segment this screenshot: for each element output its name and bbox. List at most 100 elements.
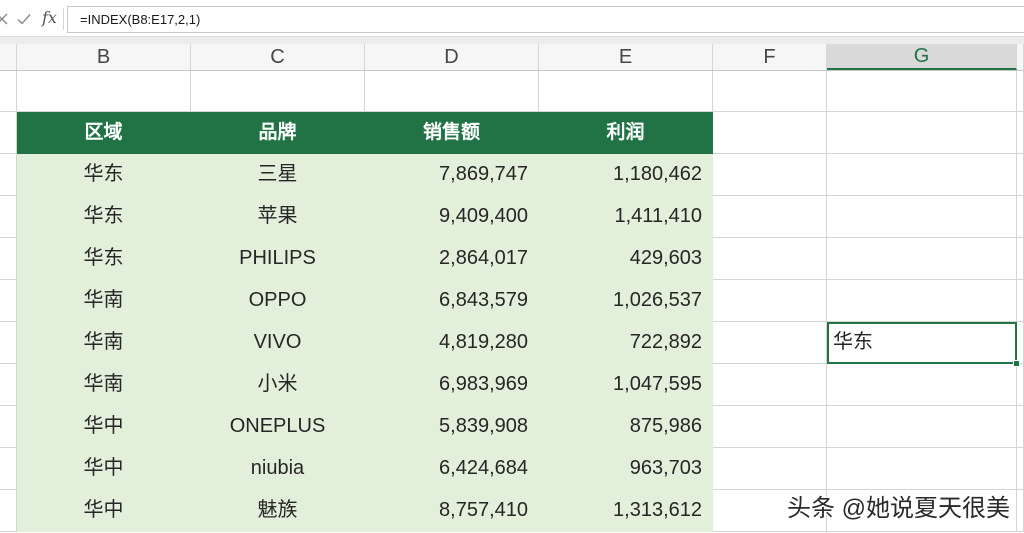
brand-cell[interactable]: 小米 — [191, 364, 365, 406]
empty-cell[interactable] — [1017, 196, 1024, 238]
empty-cell[interactable] — [539, 71, 713, 112]
profit-cell[interactable]: 963,703 — [539, 448, 713, 490]
profit-cell[interactable]: 722,892 — [539, 322, 713, 364]
empty-cell[interactable] — [1017, 448, 1024, 490]
column-header-d[interactable]: D — [365, 44, 539, 70]
empty-cell[interactable] — [0, 406, 17, 448]
empty-cell[interactable] — [0, 364, 17, 406]
brand-cell[interactable]: ONEPLUS — [191, 406, 365, 448]
region-cell[interactable]: 华中 — [17, 490, 191, 532]
empty-cell[interactable] — [1017, 112, 1024, 154]
empty-cell[interactable] — [827, 196, 1017, 238]
empty-cell[interactable] — [0, 448, 17, 490]
sales-cell[interactable]: 5,839,908 — [365, 406, 539, 448]
empty-cell[interactable] — [1017, 406, 1024, 448]
empty-cell[interactable] — [0, 490, 17, 532]
profit-cell[interactable]: 875,986 — [539, 406, 713, 448]
empty-cell[interactable] — [827, 448, 1017, 490]
empty-cell[interactable] — [827, 406, 1017, 448]
sales-cell[interactable]: 9,409,400 — [365, 196, 539, 238]
region-cell[interactable]: 华东 — [17, 196, 191, 238]
sales-cell[interactable]: 4,819,280 — [365, 322, 539, 364]
empty-cell[interactable] — [191, 71, 365, 112]
empty-cell[interactable] — [827, 112, 1017, 154]
formula-input[interactable]: =INDEX(B8:E17,2,1) — [67, 6, 1024, 33]
empty-cell[interactable] — [1017, 280, 1024, 322]
empty-cell[interactable] — [713, 196, 827, 238]
sales-cell[interactable]: 6,843,579 — [365, 280, 539, 322]
empty-cell[interactable] — [0, 238, 17, 280]
empty-cell[interactable] — [0, 71, 17, 112]
fill-handle[interactable] — [1013, 360, 1020, 367]
active-cell[interactable]: 华东 — [827, 322, 1020, 367]
profit-cell[interactable]: 1,411,410 — [539, 196, 713, 238]
empty-cell[interactable] — [1017, 490, 1024, 532]
brand-cell[interactable]: OPPO — [191, 280, 365, 322]
column-header-b[interactable]: B — [17, 44, 191, 70]
empty-cell[interactable] — [827, 71, 1017, 112]
column-header-f[interactable]: F — [713, 44, 827, 70]
empty-cell[interactable] — [713, 71, 827, 112]
empty-cell[interactable] — [1017, 364, 1024, 406]
column-header-a[interactable] — [0, 44, 17, 70]
column-header-e[interactable]: E — [539, 44, 713, 70]
sales-cell[interactable]: 8,757,410 — [365, 490, 539, 532]
region-cell[interactable]: 华东 — [17, 238, 191, 280]
region-cell[interactable]: 华东 — [17, 154, 191, 196]
table-row: 华东 PHILIPS 2,864,017 429,603 — [0, 238, 1024, 280]
empty-cell[interactable] — [0, 322, 17, 364]
empty-cell[interactable] — [713, 406, 827, 448]
empty-cell[interactable] — [713, 322, 827, 364]
sales-cell[interactable]: 6,424,684 — [365, 448, 539, 490]
brand-cell[interactable]: 三星 — [191, 154, 365, 196]
region-cell[interactable]: 华中 — [17, 448, 191, 490]
profit-cell[interactable]: 1,026,537 — [539, 280, 713, 322]
column-header-g[interactable]: G — [827, 44, 1017, 70]
empty-cell[interactable] — [713, 154, 827, 196]
empty-cell[interactable] — [0, 196, 17, 238]
empty-cell[interactable] — [0, 280, 17, 322]
profit-cell[interactable]: 429,603 — [539, 238, 713, 280]
check-icon[interactable] — [16, 11, 32, 27]
empty-cell[interactable] — [713, 280, 827, 322]
brand-cell[interactable]: 苹果 — [191, 196, 365, 238]
sales-cell[interactable]: 6,983,969 — [365, 364, 539, 406]
brand-cell[interactable]: niubia — [191, 448, 365, 490]
brand-cell[interactable]: VIVO — [191, 322, 365, 364]
empty-cell[interactable] — [1017, 154, 1024, 196]
empty-cell[interactable] — [713, 112, 827, 154]
fx-icon[interactable]: fx — [42, 8, 62, 28]
empty-cell[interactable] — [17, 71, 191, 112]
empty-cell[interactable] — [1017, 238, 1024, 280]
sales-cell[interactable]: 2,864,017 — [365, 238, 539, 280]
column-header-h[interactable] — [1017, 44, 1024, 70]
empty-cell[interactable] — [827, 280, 1017, 322]
table-header-cell[interactable]: 销售额 — [365, 112, 539, 154]
empty-cell[interactable] — [365, 71, 539, 112]
empty-cell[interactable] — [1017, 322, 1024, 364]
sales-cell[interactable]: 7,869,747 — [365, 154, 539, 196]
profit-cell[interactable]: 1,047,595 — [539, 364, 713, 406]
region-cell[interactable]: 华南 — [17, 322, 191, 364]
profit-cell[interactable]: 1,313,612 — [539, 490, 713, 532]
table-header-cell[interactable]: 品牌 — [191, 112, 365, 154]
empty-cell[interactable] — [1017, 71, 1024, 112]
table-header-cell[interactable]: 利润 — [539, 112, 713, 154]
region-cell[interactable]: 华中 — [17, 406, 191, 448]
empty-cell[interactable] — [827, 154, 1017, 196]
empty-cell[interactable] — [827, 364, 1017, 406]
column-header-c[interactable]: C — [191, 44, 365, 70]
empty-cell[interactable] — [827, 238, 1017, 280]
empty-cell[interactable] — [0, 154, 17, 196]
close-icon[interactable] — [0, 11, 10, 27]
brand-cell[interactable]: PHILIPS — [191, 238, 365, 280]
region-cell[interactable]: 华南 — [17, 280, 191, 322]
table-header-cell[interactable]: 区域 — [17, 112, 191, 154]
empty-cell[interactable] — [713, 364, 827, 406]
profit-cell[interactable]: 1,180,462 — [539, 154, 713, 196]
brand-cell[interactable]: 魅族 — [191, 490, 365, 532]
region-cell[interactable]: 华南 — [17, 364, 191, 406]
empty-cell[interactable] — [0, 112, 17, 154]
empty-cell[interactable] — [713, 448, 827, 490]
empty-cell[interactable] — [713, 238, 827, 280]
